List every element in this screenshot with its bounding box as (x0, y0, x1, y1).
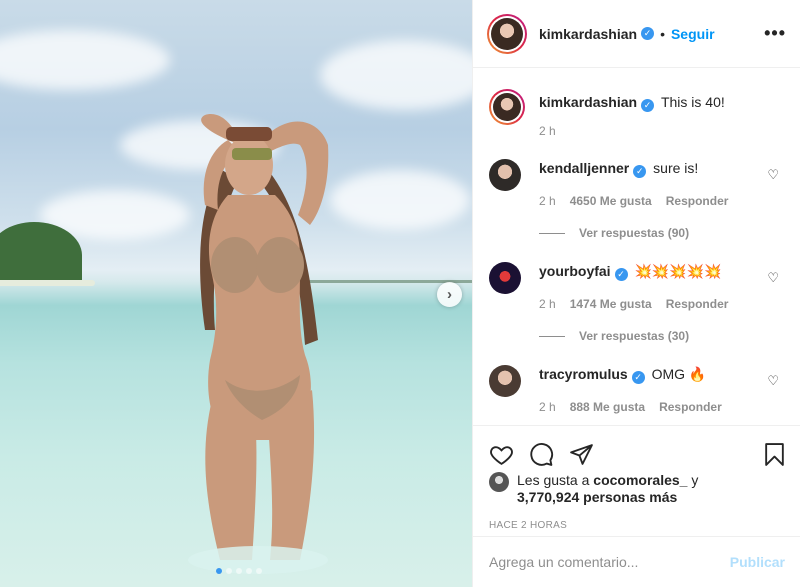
heart-icon[interactable]: ♡ (767, 373, 779, 389)
heart-icon[interactable]: ♡ (767, 270, 779, 286)
comment-time: 2 h (539, 193, 556, 208)
comment-time: 2 h (539, 399, 556, 414)
view-replies-label: Ver respuestas (30) (579, 329, 690, 343)
view-replies-label: Ver respuestas (90) (579, 226, 690, 240)
commenter-avatar[interactable] (489, 262, 521, 294)
carousel-dot (246, 568, 252, 574)
liker-username[interactable]: cocomorales_ (593, 472, 687, 488)
comment-likes[interactable]: 1474 Me gusta (570, 297, 652, 311)
share-icon[interactable] (569, 442, 594, 467)
caption-username[interactable]: kimkardashian (539, 94, 637, 110)
comment-icon[interactable] (529, 442, 554, 467)
caption: kimkardashian ✓ This is 40! 2 h (489, 89, 725, 138)
comment-text: 💥💥💥💥💥 (634, 263, 722, 279)
reply-button[interactable]: Responder (666, 194, 729, 208)
likes-prefix: Les gusta a (517, 472, 590, 488)
person-figure (188, 114, 329, 574)
bookmark-icon[interactable] (762, 442, 787, 467)
comment-composer: Agrega un comentario... Publicar (473, 536, 800, 587)
likes-summary: Les gusta a cocomorales_ y 3,770,924 per… (473, 472, 800, 506)
author-avatar[interactable] (487, 13, 527, 54)
separator-dot: • (660, 25, 665, 42)
post-panel: kimkardashian ✓ • Seguir ••• kimkardashi… (472, 0, 800, 587)
likes-count[interactable]: 3,770,924 personas más (517, 489, 677, 505)
heart-icon[interactable]: ♡ (767, 167, 779, 183)
caption-text: This is 40! (660, 94, 725, 110)
post-actions: Les gusta a cocomorales_ y 3,770,924 per… (473, 425, 800, 545)
verified-icon: ✓ (614, 267, 628, 281)
heart-icon[interactable] (489, 442, 514, 467)
commenter-avatar[interactable] (489, 365, 521, 397)
verified-icon: ✓ (641, 27, 655, 40)
reply-button[interactable]: Responder (659, 400, 722, 414)
post-header: kimkardashian ✓ • Seguir ••• (473, 0, 800, 68)
carousel-dot (216, 568, 222, 574)
likes-join: y (691, 472, 699, 488)
reply-button[interactable]: Responder (666, 297, 729, 311)
comment-item: kendalljenner ✓ sure is! 2 h 4650 Me gust… (489, 159, 728, 208)
comment-input[interactable]: Agrega un comentario... (489, 554, 638, 570)
comment-username[interactable]: tracyromulus (539, 366, 628, 382)
more-options-icon[interactable]: ••• (764, 23, 786, 44)
comment-time: 2 h (539, 296, 556, 311)
comment-likes[interactable]: 4650 Me gusta (570, 194, 652, 208)
liker-avatar[interactable] (489, 472, 509, 492)
verified-icon: ✓ (633, 164, 647, 178)
carousel-dot (236, 568, 242, 574)
follow-button[interactable]: Seguir (671, 26, 715, 42)
carousel-dots (216, 568, 262, 574)
caption-time: 2 h (539, 123, 556, 138)
comment-username[interactable]: yourboyfai (539, 263, 611, 279)
view-replies-button[interactable]: Ver respuestas (90) (539, 226, 689, 240)
author-avatar[interactable] (489, 89, 525, 125)
view-replies-button[interactable]: Ver respuestas (30) (539, 329, 689, 343)
verified-icon: ✓ (641, 98, 655, 112)
next-arrow-icon[interactable]: › (437, 282, 462, 307)
author-username[interactable]: kimkardashian (539, 26, 637, 42)
comment-text: OMG 🔥 (651, 366, 707, 382)
post-comment-button[interactable]: Publicar (730, 554, 785, 570)
commenter-avatar[interactable] (489, 159, 521, 191)
comment-item: yourboyfai ✓ 💥💥💥💥💥 2 h 1474 Me gusta Resp… (489, 262, 728, 311)
carousel-dot (226, 568, 232, 574)
verified-icon: ✓ (631, 370, 645, 384)
post-image[interactable]: › (0, 0, 472, 587)
comment-likes[interactable]: 888 Me gusta (570, 400, 645, 414)
comment-text: sure is! (653, 160, 699, 176)
comment-item: tracyromulus ✓ OMG 🔥 2 h 888 Me gusta Res… (489, 365, 722, 414)
comment-username[interactable]: kendalljenner (539, 160, 629, 176)
carousel-dot (256, 568, 262, 574)
post-timestamp[interactable]: HACE 2 HORAS (473, 506, 800, 531)
comments-list: kimkardashian ✓ This is 40! 2 h kendallje… (473, 69, 800, 425)
